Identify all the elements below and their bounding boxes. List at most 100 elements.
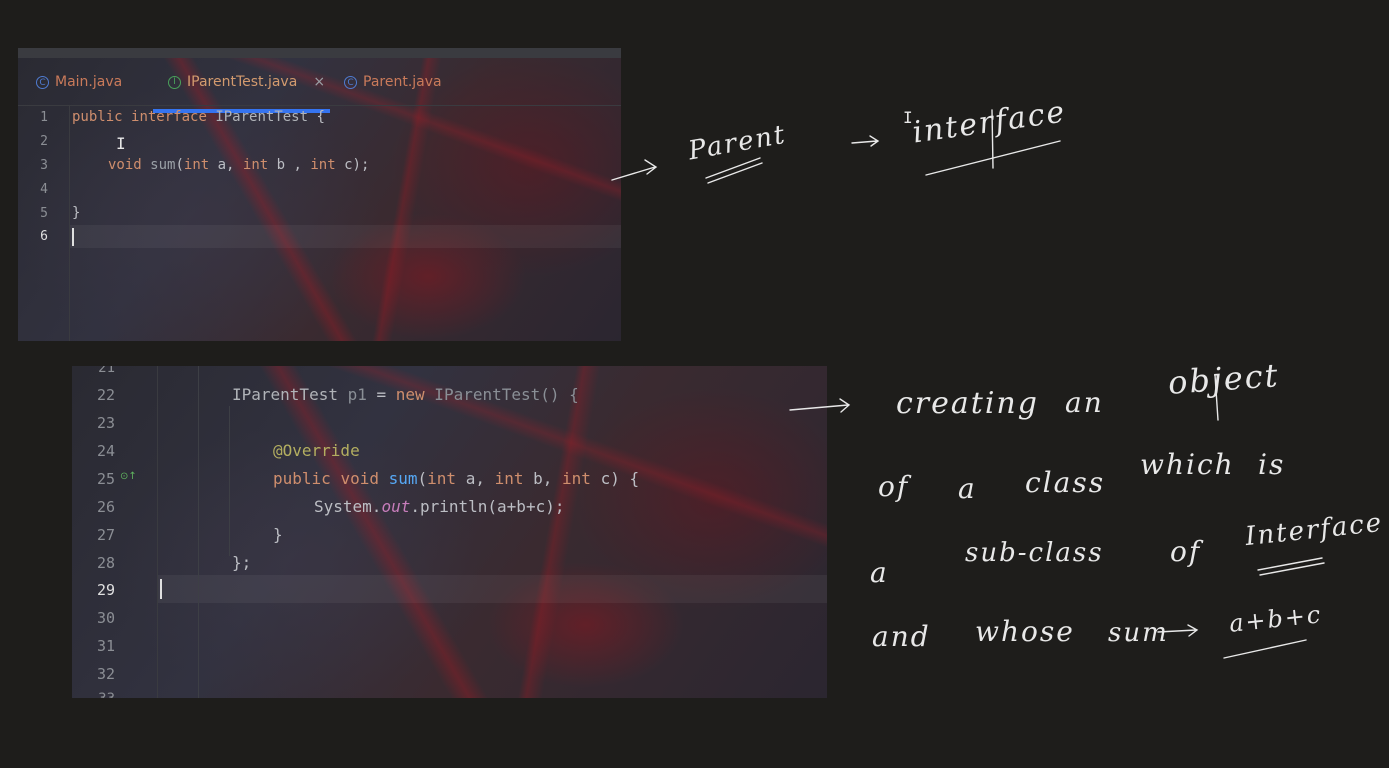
indent-guide [198, 366, 199, 698]
editor-tab-bar: C Main.java I IParentTest.java × C Paren… [18, 58, 621, 113]
class-icon: C [344, 75, 357, 89]
underline-stroke [1223, 639, 1307, 659]
code-line-5[interactable]: } [72, 205, 80, 221]
keyword: int [310, 157, 336, 173]
note-word: object [1166, 356, 1281, 402]
line-number: 28 [96, 554, 115, 572]
keyword: int [562, 469, 591, 488]
line-number: 6 [40, 229, 48, 244]
keyword: int [242, 157, 269, 173]
line-number: 30 [96, 609, 115, 627]
text-cursor-icon: I [903, 108, 913, 127]
note-word: and [872, 620, 931, 653]
line-number: 5 [40, 206, 48, 221]
class-icon: C [36, 75, 49, 89]
note-word: a [958, 472, 977, 505]
keyword: int [427, 469, 457, 488]
current-line-highlight [70, 225, 621, 248]
keyword: void [108, 157, 142, 173]
note-word: of [1170, 535, 1202, 568]
param: c) { [590, 469, 640, 488]
pen-stroke [1214, 374, 1219, 421]
note-word: a [870, 556, 889, 589]
line-number: 3 [40, 158, 48, 173]
keyword: void [340, 469, 379, 488]
line-number: 4 [40, 182, 48, 197]
param: a, [456, 469, 495, 488]
note-word: an [1065, 386, 1104, 419]
paren: ( [417, 469, 428, 488]
note-word: creating [896, 386, 1039, 421]
keyword: interface [131, 109, 207, 125]
line-number: 31 [96, 637, 115, 655]
variable: p1 [337, 385, 377, 404]
arrow-stroke [1157, 624, 1199, 637]
underline-stroke [705, 157, 763, 184]
tab-parent-java[interactable]: C Parent.java [344, 74, 442, 90]
note-word: of [878, 470, 910, 503]
close-icon[interactable]: × [313, 74, 325, 90]
keyword: public [273, 469, 331, 488]
operator: = [376, 385, 396, 404]
note-word: whose [975, 615, 1075, 648]
interface-editor-panel: C Main.java I IParentTest.java × C Paren… [18, 48, 621, 341]
code-line-26[interactable]: System.out.println(a+b+c); [314, 497, 564, 516]
keyword: new [395, 385, 425, 404]
line-number: 29 [96, 581, 115, 599]
note-word: is [1258, 448, 1286, 481]
line-number: 33 [72, 691, 115, 698]
note-word: sum [1108, 618, 1169, 648]
note-word: sub-class [965, 538, 1104, 568]
tab-main-java[interactable]: C Main.java [36, 74, 122, 90]
code-line-27[interactable]: } [273, 525, 283, 544]
note-formula: a+b+c [1227, 600, 1324, 638]
type-name: IParentTest [232, 385, 338, 404]
keyword: int [183, 157, 210, 173]
class-ref: System. [314, 497, 382, 516]
underline-stroke [1257, 557, 1325, 576]
keyword: public [72, 109, 123, 125]
code-line-24[interactable]: @Override [273, 441, 360, 460]
constructor: IParentTest() { [424, 385, 579, 404]
implements-method-icon[interactable]: ⊙↑ [120, 471, 137, 482]
param: b, [523, 469, 563, 488]
pen-stroke [991, 109, 994, 169]
line-number: 27 [96, 526, 115, 544]
tab-label: Parent.java [363, 74, 442, 90]
text-caret [72, 228, 74, 246]
code-line-25[interactable]: public void sum(int a, int b, int c) { [273, 469, 639, 488]
brace: { [316, 109, 325, 125]
anonymous-class-editor-panel: 21 22 23 24 25 ⊙↑ 26 27 28 29 30 31 32 3… [72, 366, 827, 698]
line-number: 2 [40, 134, 48, 149]
method-call: .println(a+b+c); [410, 497, 565, 516]
arrow-stroke [851, 135, 880, 147]
indent-guide [229, 406, 230, 556]
code-line-28[interactable]: }; [232, 553, 251, 572]
tab-label: IParentTest.java [187, 74, 298, 90]
code-line-3[interactable]: void sum(int a, int b , int c); [108, 157, 369, 173]
underline-stroke [925, 140, 1061, 176]
note-interface: Interface [1243, 507, 1385, 553]
editor-background-image [72, 366, 827, 698]
method-name: sum [388, 469, 418, 488]
text-cursor-icon: I [116, 134, 126, 153]
code-line-22[interactable]: IParentTest p1 = new IParentTest() { [232, 385, 579, 404]
interface-name: IParentTest [215, 109, 309, 125]
method-name: sum [150, 157, 176, 173]
line-number: 26 [96, 498, 115, 516]
line-number: 32 [96, 665, 115, 683]
line-number: 22 [96, 386, 115, 404]
static-field: out [381, 497, 411, 516]
param: c); [335, 157, 370, 173]
tab-iparenttest-java[interactable]: I IParentTest.java × [168, 74, 325, 90]
line-number: 23 [96, 414, 115, 432]
window-title-strip [18, 48, 621, 58]
code-line-1[interactable]: public interface IParentTest { [72, 109, 325, 125]
current-line-highlight [158, 575, 827, 603]
keyword: int [494, 469, 524, 488]
line-number: 24 [96, 442, 115, 460]
tab-label: Main.java [55, 74, 123, 90]
interface-icon: I [168, 75, 181, 89]
paren: ( [175, 157, 184, 173]
line-number: 25 [96, 470, 115, 488]
